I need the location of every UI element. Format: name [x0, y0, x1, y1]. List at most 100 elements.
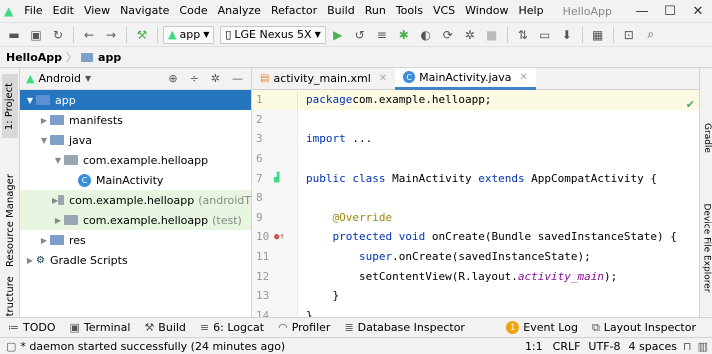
layout-icon[interactable]: ⊡	[619, 25, 639, 45]
sdk-manager-icon[interactable]: ⬇	[557, 25, 577, 45]
chevron-down-icon[interactable]: ▼	[52, 156, 64, 165]
gutter-line[interactable]: 13	[252, 286, 297, 306]
gutter-line[interactable]: 2	[252, 110, 297, 130]
gradle-tab[interactable]: Gradle	[700, 108, 712, 168]
gutter-line[interactable]: 10 ●↑	[252, 227, 297, 247]
chevron-down-icon[interactable]: ▼	[85, 74, 91, 83]
logcat-tab[interactable]: ≡ 6: Logcat	[200, 321, 264, 334]
code-line[interactable]	[298, 110, 699, 130]
gutter-line[interactable]: 7 ▟	[252, 168, 297, 188]
chevron-right-icon[interactable]: ▶	[38, 116, 50, 125]
resource-manager-tab[interactable]: Resource Manager	[2, 160, 18, 280]
debug-icon[interactable]: ✱	[394, 25, 414, 45]
profiler-tab[interactable]: ◠ Profiler	[278, 321, 330, 334]
menu-build[interactable]: Build	[322, 0, 360, 22]
menu-code[interactable]: Code	[174, 0, 212, 22]
tree-item[interactable]: ▼ com.example.helloapp	[20, 150, 251, 170]
tree-item[interactable]: ▶ manifests	[20, 110, 251, 130]
toggle-tool-windows-icon[interactable]: ▢	[6, 340, 16, 353]
open-folder-icon[interactable]: ▬	[4, 25, 24, 45]
file-encoding[interactable]: UTF-8	[588, 340, 620, 353]
search-icon[interactable]: ⌕	[641, 25, 661, 45]
avd-manager-icon[interactable]: ▭	[535, 25, 555, 45]
maximize-button[interactable]: ☐	[656, 4, 684, 19]
event-log-tab[interactable]: 1 Event Log	[506, 321, 578, 334]
menu-run[interactable]: Run	[360, 0, 391, 22]
tree-item[interactable]: C MainActivity	[20, 170, 251, 190]
run-config-selector[interactable]: ▲ app ▼	[163, 25, 215, 44]
menu-file[interactable]: File	[19, 0, 47, 22]
code-line[interactable]: package com.example.helloapp;	[298, 90, 699, 110]
code-line[interactable]	[298, 149, 699, 169]
make-project-icon[interactable]: ⚒	[132, 25, 152, 45]
terminal-tab[interactable]: ▣ Terminal	[70, 321, 131, 334]
memory-indicator-icon[interactable]: ▥	[698, 340, 708, 353]
close-tab-icon[interactable]: ✕	[379, 73, 387, 84]
todo-tab[interactable]: ≔ TODO	[8, 321, 56, 334]
project-tool-tab[interactable]: 1: Project	[2, 74, 18, 138]
menu-help[interactable]: Help	[514, 0, 549, 22]
indent-setting[interactable]: 4 spaces	[629, 340, 678, 353]
caret-position[interactable]: 1:1	[525, 340, 543, 353]
minimize-button[interactable]: —	[628, 4, 656, 19]
forward-icon[interactable]: →	[101, 25, 121, 45]
tree-item[interactable]: ▼ app	[20, 90, 251, 110]
structure-tab[interactable]: Structure	[2, 276, 18, 323]
apply-code-changes-icon[interactable]: ≡	[372, 25, 392, 45]
editor-tab[interactable]: ▤ activity_main.xml ✕	[252, 68, 395, 90]
code-line[interactable]: setContentView(R.layout. activity_main);	[298, 266, 699, 286]
debug-process-icon[interactable]: ✲	[460, 25, 480, 45]
override-marker-icon[interactable]: ●↑	[274, 232, 285, 242]
menu-edit[interactable]: Edit	[48, 0, 79, 22]
tree-item[interactable]: ▶ com.example.helloapp (androidT	[20, 190, 251, 210]
code-area[interactable]: package com.example.helloapp; import ... pu…	[298, 90, 699, 317]
save-icon[interactable]: ▣	[26, 25, 46, 45]
layout-inspector-tab[interactable]: ⧉ Layout Inspector	[592, 321, 696, 335]
gear-icon[interactable]: ✲	[211, 72, 220, 85]
chevron-down-icon[interactable]: ▼	[24, 96, 36, 105]
tree-item[interactable]: ▼ java	[20, 130, 251, 150]
database-inspector-tab[interactable]: ≣ Database Inspector	[344, 321, 465, 334]
tree-item[interactable]: ▶ com.example.helloapp (test)	[20, 210, 251, 230]
gutter-line[interactable]: 3	[252, 129, 297, 149]
chevron-right-icon[interactable]: ▶	[24, 256, 36, 265]
code-line[interactable]: import ...	[298, 129, 699, 149]
activity-marker-icon[interactable]: ▟	[274, 173, 279, 183]
menu-vcs[interactable]: VCS	[428, 0, 460, 22]
menu-tools[interactable]: Tools	[391, 0, 428, 22]
code-line[interactable]: public class MainActivity extends AppCom…	[298, 168, 699, 188]
gutter-line[interactable]: 9	[252, 208, 297, 228]
code-line[interactable]	[298, 188, 699, 208]
code-line[interactable]: protected void onCreate(Bundle savedInst…	[298, 227, 699, 247]
sync-icon[interactable]: ↻	[48, 25, 68, 45]
stop-icon[interactable]: ■	[482, 25, 502, 45]
close-button[interactable]: ✕	[684, 4, 712, 19]
code-line[interactable]: super .onCreate(savedInstanceState);	[298, 247, 699, 267]
chevron-right-icon[interactable]: ▶	[38, 236, 50, 245]
gradle-sync-icon[interactable]: ⇅	[513, 25, 533, 45]
apply-changes-icon[interactable]: ↺	[350, 25, 370, 45]
hide-panel-icon[interactable]: —	[232, 72, 243, 85]
locate-icon[interactable]: ⊕	[168, 72, 177, 85]
menu-view[interactable]: View	[79, 0, 115, 22]
code-line[interactable]: }	[298, 306, 699, 317]
run-icon[interactable]: ▶	[328, 25, 348, 45]
project-structure-icon[interactable]: ▦	[588, 25, 608, 45]
gutter-line[interactable]: 8	[252, 188, 297, 208]
lock-icon[interactable]: ⊓	[683, 340, 692, 353]
menu-window[interactable]: Window	[460, 0, 513, 22]
menu-analyze[interactable]: Analyze	[213, 0, 266, 22]
gutter-line[interactable]: 12	[252, 266, 297, 286]
code-line[interactable]: @Override	[298, 208, 699, 228]
device-file-explorer-tab[interactable]: Device File Explorer	[700, 188, 712, 308]
collapse-all-icon[interactable]: ÷	[190, 72, 199, 85]
project-view-selector[interactable]: Android	[38, 72, 81, 85]
chevron-right-icon[interactable]: ▶	[52, 216, 64, 225]
status-message[interactable]: * daemon started successfully (24 minute…	[20, 340, 285, 353]
breadcrumb-project[interactable]: HelloApp	[6, 51, 62, 64]
back-icon[interactable]: ←	[79, 25, 99, 45]
editor-tab[interactable]: C MainActivity.java ✕	[395, 67, 536, 90]
gutter-line[interactable]: 11	[252, 247, 297, 267]
close-tab-icon[interactable]: ✕	[520, 72, 528, 83]
device-selector[interactable]: ▯ LGE Nexus 5X ▼	[220, 25, 326, 44]
